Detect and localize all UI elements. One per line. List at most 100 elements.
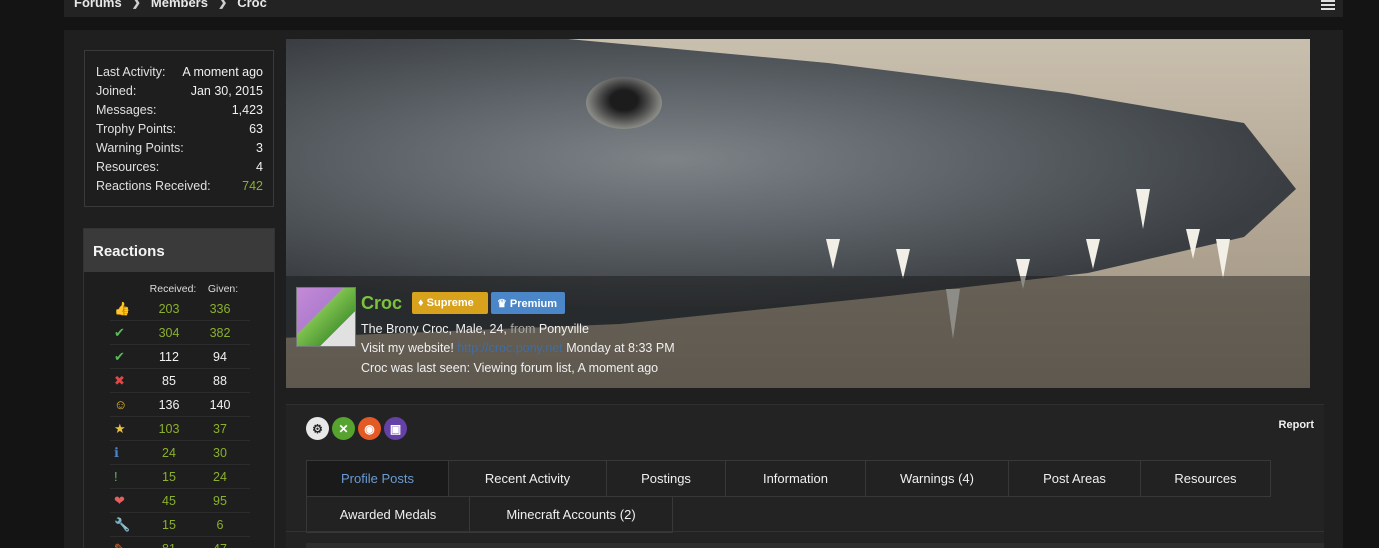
breadcrumb: Forums ❯ Members ❯ Croc [74, 0, 267, 10]
reactions-title: Reactions [84, 229, 274, 272]
stat-label: Warning Points: [96, 141, 184, 155]
supreme-badge-label: Supreme [426, 297, 474, 309]
origin-icon[interactable]: ◉ [358, 417, 381, 440]
stat-row: Last Activity: A moment ago [96, 63, 263, 82]
reaction-received-count[interactable]: 15 [143, 518, 195, 532]
reaction-received-count[interactable]: 304 [143, 326, 195, 340]
reaction-row: ✎ 8147 [110, 537, 250, 548]
reaction-given-count[interactable]: 47 [195, 542, 245, 548]
stat-label: Joined: [96, 84, 137, 98]
tab-recent-activity[interactable]: Recent Activity [449, 460, 607, 497]
reaction-received-count[interactable]: 103 [143, 422, 195, 436]
username[interactable]: Croc [361, 293, 402, 314]
tab-profile-posts[interactable]: Profile Posts [306, 460, 449, 497]
hamburger-menu-icon[interactable] [1321, 0, 1335, 10]
tab-postings[interactable]: Postings [607, 460, 726, 497]
tab-content-area [306, 543, 1324, 548]
reaction-received-count[interactable]: 203 [143, 302, 195, 316]
reaction-received-count[interactable]: 85 [143, 374, 195, 388]
bio-summary: The Brony Croc, Male, 24, [361, 322, 507, 336]
twitch-icon[interactable]: ▣ [384, 417, 407, 440]
profile-banner: Croc ♦ Supreme ♛ Premium The Brony Croc,… [286, 39, 1310, 388]
bio-line-3: Croc was last seen: Viewing forum list, … [361, 361, 659, 375]
reaction-given-count[interactable]: 382 [195, 326, 245, 340]
breadcrumb-forums[interactable]: Forums [74, 0, 122, 10]
tab-information[interactable]: Information [726, 460, 866, 497]
tab-row-2: Awarded Medals Minecraft Accounts (2) [306, 496, 673, 533]
stat-value[interactable]: 1,423 [232, 101, 263, 120]
reaction-row: ❤ 45 95 [110, 489, 250, 513]
top-bar: Forums ❯ Members ❯ Croc [64, 0, 1343, 17]
stat-value: 742 [242, 179, 263, 193]
bio-location[interactable]: Ponyville [539, 322, 589, 336]
reaction-given-count[interactable]: 95 [195, 494, 245, 508]
reaction-given-count[interactable]: 88 [195, 374, 245, 388]
reaction-given-count[interactable]: 336 [195, 302, 245, 316]
reaction-given-count[interactable]: 6 [195, 518, 245, 532]
check-icon: ✔ [114, 348, 125, 364]
tab-minecraft-accounts[interactable]: Minecraft Accounts (2) [470, 496, 673, 533]
reaction-given-count[interactable]: 37 [195, 422, 245, 436]
thumbs-up-icon: 👍 [114, 300, 131, 316]
stat-label: Last Activity: [96, 65, 166, 79]
stat-value: 3 [256, 141, 263, 155]
reaction-received-count[interactable]: 112 [143, 350, 195, 364]
report-link[interactable]: Report [1279, 419, 1314, 431]
tabs-divider [286, 531, 1324, 532]
stat-row: Reactions Received: 742 [96, 177, 263, 196]
breadcrumb-separator-icon: ❯ [217, 0, 228, 9]
reaction-row: ℹ 24 30 [110, 441, 250, 465]
breadcrumb-members[interactable]: Members [151, 0, 208, 10]
breadcrumb-separator-icon: ❯ [131, 0, 141, 9]
reaction-row: 🔧 15 6 [110, 513, 250, 537]
tab-awarded-medals[interactable]: Awarded Medals [306, 496, 470, 533]
reaction-given-count[interactable]: 30 [195, 446, 245, 460]
stat-row: Warning Points: 3 [96, 139, 263, 158]
premium-badge: ♛ Premium [491, 292, 565, 314]
member-stats-panel: Last Activity: A moment ago Joined: Jan 30… [84, 50, 274, 207]
banner-eye [586, 77, 662, 129]
bio-line-2: Visit my website! http://croc.pony.net M… [361, 339, 675, 358]
reaction-received-count[interactable]: 15 [143, 470, 195, 484]
stat-row: Resources: 4 [96, 158, 263, 177]
heart-icon: ❤ [114, 492, 125, 508]
diamond-icon: ♦ [418, 297, 427, 309]
reaction-received-count[interactable]: 81 [143, 542, 195, 548]
reaction-given-count[interactable]: 94 [195, 350, 245, 364]
cross-icon: ✖ [114, 372, 125, 388]
breadcrumb-current[interactable]: Croc [237, 0, 267, 10]
stat-row: Joined: Jan 30, 2015 [96, 82, 263, 101]
stat-value: A moment ago [182, 65, 263, 79]
tab-warnings[interactable]: Warnings (4) [866, 460, 1009, 497]
wrench-icon: 🔧 [114, 516, 131, 532]
given-header: Given: [207, 283, 239, 295]
stat-value[interactable]: 63 [249, 120, 263, 139]
stat-value[interactable]: 4 [256, 158, 263, 177]
reaction-received-count[interactable]: 24 [143, 446, 195, 460]
green-check-icon: ✔ [114, 324, 125, 340]
bio-timestamp: Monday at 8:33 PM [566, 341, 675, 355]
received-header: Received: [149, 283, 197, 295]
tab-post-areas[interactable]: Post Areas [1009, 460, 1141, 497]
tab-resources[interactable]: Resources [1141, 460, 1271, 497]
steam-icon[interactable]: ⚙ [306, 417, 329, 440]
supreme-badge: ♦ Supreme [412, 292, 488, 314]
social-links: ⚙ ✕ ◉ ▣ [306, 417, 407, 440]
reaction-given-count[interactable]: 140 [195, 398, 245, 412]
reaction-received-count[interactable]: 136 [143, 398, 195, 412]
reaction-row: ! 15 24 [110, 465, 250, 489]
reactions-list: 👍 203 336 ✔ 304 382 ✔ 112 94 ✖ 85 88 ☺ 136 140 ★ 103 37 ℹ 2… [84, 297, 274, 548]
xbox-icon[interactable]: ✕ [332, 417, 355, 440]
profile-tabs-panel: ⚙ ✕ ◉ ▣ Report Profile Posts Recent Activit… [286, 404, 1324, 548]
reaction-received-count[interactable]: 45 [143, 494, 195, 508]
profile-page: Last Activity: A moment ago Joined: Jan 30… [64, 30, 1343, 548]
reactions-column-headers: Received: Given: [84, 283, 274, 297]
bio-website-link[interactable]: http://croc.pony.net [457, 341, 562, 355]
reaction-given-count[interactable]: 24 [195, 470, 245, 484]
tab-row-1: Profile Posts Recent Activity Postings I… [306, 460, 1271, 497]
avatar[interactable] [296, 287, 356, 347]
info-icon: ℹ [114, 444, 119, 460]
trophy-icon: ★ [114, 420, 126, 436]
reaction-row: ✔ 304 382 [110, 321, 250, 345]
stat-value: Jan 30, 2015 [190, 84, 263, 98]
